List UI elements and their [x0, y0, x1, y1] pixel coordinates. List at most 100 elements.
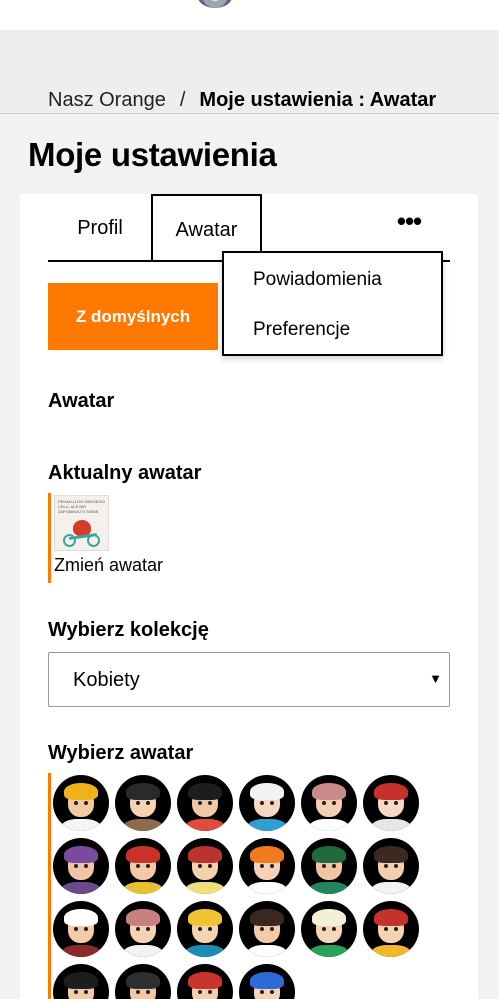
avatar-body: [247, 945, 287, 957]
avatar-eye: [208, 864, 212, 868]
avatar-option[interactable]: [115, 775, 171, 831]
avatar-hair: [126, 909, 160, 926]
avatar-option[interactable]: [301, 838, 357, 894]
avatar-eye: [270, 927, 274, 931]
avatar-option[interactable]: [115, 838, 171, 894]
thumb-wheel-front: [63, 534, 76, 547]
avatar-eye: [332, 864, 336, 868]
avatar-eye: [260, 990, 264, 994]
avatar-option[interactable]: [53, 838, 109, 894]
avatar-eye: [74, 990, 78, 994]
avatar-option[interactable]: [115, 964, 171, 999]
avatar-eye: [270, 990, 274, 994]
avatar-eye: [208, 927, 212, 931]
avatar-eye: [84, 864, 88, 868]
avatar-eye: [260, 864, 264, 868]
avatar-eye: [384, 801, 388, 805]
avatar-body: [185, 882, 225, 894]
avatar-option[interactable]: [177, 775, 233, 831]
avatar-body: [61, 945, 101, 957]
avatar-hair: [188, 909, 222, 926]
avatar-option[interactable]: [53, 901, 109, 957]
avatar-body: [247, 882, 287, 894]
avatar-hair: [250, 846, 284, 863]
avatar-eye: [74, 864, 78, 868]
avatar-option[interactable]: [301, 775, 357, 831]
avatar-option[interactable]: [177, 901, 233, 957]
page-title: Moje ustawienia: [28, 136, 277, 173]
avatar-hair: [188, 783, 222, 800]
collection-select[interactable]: Kobiety ▼: [48, 652, 450, 707]
avatar-option[interactable]: [115, 901, 171, 957]
avatar-eye: [146, 990, 150, 994]
avatar-hair: [64, 909, 98, 926]
current-avatar-image: PEDAŁUJ DO SWOJEGO CELU, ALE NIE ZAPOMIN…: [54, 495, 109, 551]
avatar-eye: [332, 801, 336, 805]
avatar-body: [61, 819, 101, 831]
avatar-eye: [84, 990, 88, 994]
reset-default-button[interactable]: Z domyślnych: [48, 283, 218, 350]
menu-item-preferencje[interactable]: Preferencje: [253, 319, 350, 341]
avatar-eye: [394, 864, 398, 868]
avatar-hair: [188, 972, 222, 989]
more-tabs-button[interactable]: •••: [388, 206, 430, 236]
avatar-hair: [64, 972, 98, 989]
avatar-option[interactable]: [177, 838, 233, 894]
avatar-hair: [312, 846, 346, 863]
avatar-eye: [322, 801, 326, 805]
avatar-option[interactable]: [363, 838, 419, 894]
avatar-body: [309, 945, 349, 957]
avatar-eye: [84, 801, 88, 805]
avatar-eye: [270, 801, 274, 805]
avatar-body: [123, 882, 163, 894]
breadcrumb: Nasz Orange / Moje ustawienia : Awatar: [48, 89, 436, 112]
avatar-eye: [136, 801, 140, 805]
avatar-grid-block: [48, 773, 450, 999]
breadcrumb-separator: /: [179, 89, 186, 111]
avatar-option[interactable]: [301, 901, 357, 957]
avatar-eye: [208, 990, 212, 994]
avatar-hair: [250, 783, 284, 800]
current-avatar-label: Aktualny awatar: [48, 462, 202, 484]
avatar-eye: [208, 801, 212, 805]
breadcrumb-bar: Nasz Orange / Moje ustawienia : Awatar: [0, 30, 499, 114]
avatar-eye: [146, 864, 150, 868]
avatar-body: [185, 819, 225, 831]
avatar-eye: [146, 927, 150, 931]
avatar-eye: [260, 801, 264, 805]
tab-profil[interactable]: Profil: [48, 196, 152, 260]
avatar-eye: [74, 927, 78, 931]
avatar-hair: [126, 846, 160, 863]
avatar-option[interactable]: [239, 838, 295, 894]
avatar-grid: [53, 775, 419, 999]
change-avatar-link[interactable]: Zmień awatar: [54, 555, 163, 576]
section-avatar-heading: Awatar: [48, 390, 115, 412]
avatar-eye: [146, 801, 150, 805]
breadcrumb-current: Moje ustawienia : Awatar: [199, 89, 437, 111]
avatar-eye: [198, 801, 202, 805]
avatar-eye: [322, 927, 326, 931]
thumb-wheel-back: [87, 534, 100, 547]
user-avatar[interactable]: [198, 0, 232, 8]
avatar-eye: [260, 927, 264, 931]
breadcrumb-link-nasz-orange[interactable]: Nasz Orange: [48, 89, 166, 112]
avatar-hair: [250, 972, 284, 989]
avatar-option[interactable]: [53, 964, 109, 999]
avatar-option[interactable]: [363, 901, 419, 957]
avatar-hair: [188, 846, 222, 863]
avatar-option[interactable]: [363, 775, 419, 831]
avatar-option[interactable]: [239, 964, 295, 999]
avatar-hair: [126, 783, 160, 800]
choose-avatar-label: Wybierz awatar: [48, 742, 194, 764]
avatar-eye: [332, 927, 336, 931]
avatar-body: [185, 945, 225, 957]
avatar-eye: [136, 927, 140, 931]
avatar-option[interactable]: [177, 964, 233, 999]
avatar-eye: [198, 864, 202, 868]
avatar-option[interactable]: [239, 775, 295, 831]
avatar-eye: [198, 927, 202, 931]
menu-item-powiadomienia[interactable]: Powiadomienia: [253, 269, 382, 291]
avatar-body: [247, 819, 287, 831]
avatar-option[interactable]: [239, 901, 295, 957]
avatar-option[interactable]: [53, 775, 109, 831]
